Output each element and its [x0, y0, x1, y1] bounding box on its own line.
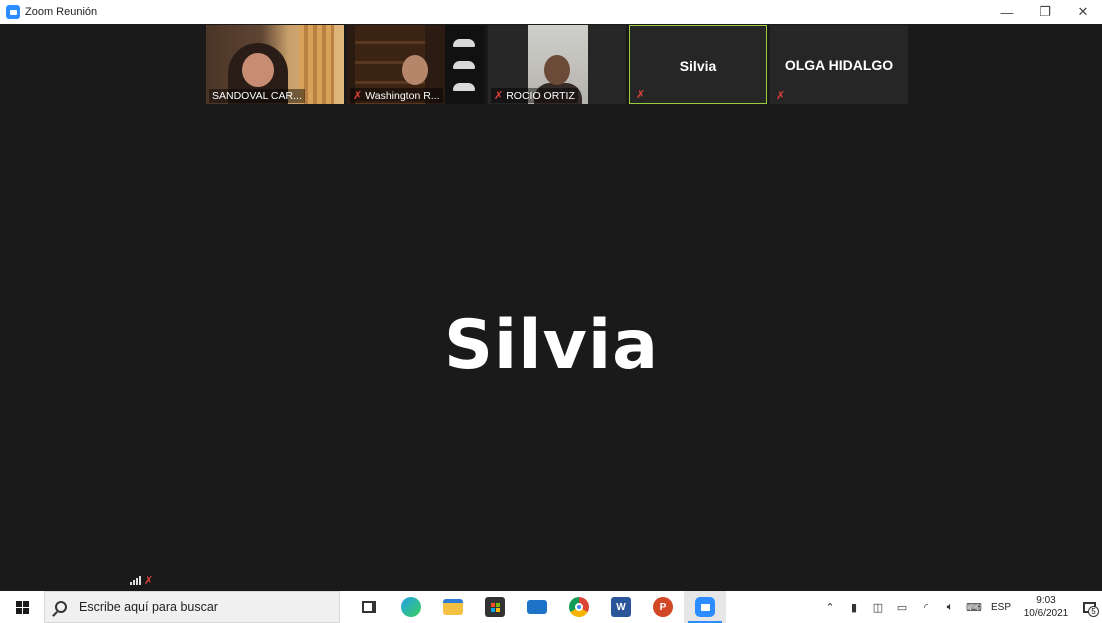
mail-icon: [527, 600, 547, 614]
display-icon[interactable]: ▭: [890, 591, 914, 623]
chrome-button[interactable]: [558, 591, 600, 623]
mic-muted-icon: ✗: [636, 89, 646, 101]
action-center-button[interactable]: 5: [1076, 591, 1102, 623]
zoom-icon: [695, 597, 715, 617]
taskbar-search-box[interactable]: Escribe aquí para buscar: [44, 591, 340, 623]
keyboard-icon[interactable]: ⌨︎: [962, 591, 986, 623]
close-button[interactable]: ✕: [1064, 0, 1102, 24]
word-icon: W: [611, 597, 631, 617]
meeting-view: SANDOVAL CAR... ✗ Washington R... ✗ ROCI…: [6, 24, 1097, 591]
mic-muted-icon: ✗: [353, 90, 363, 102]
mic-muted-icon: ✗: [494, 90, 504, 102]
usb-device-icon[interactable]: ▮: [842, 591, 866, 623]
participant-name-label: ✗ ROCIO ORTIZ: [491, 88, 578, 103]
participant-tile[interactable]: OLGA HIDALGO ✗: [770, 25, 908, 104]
clock-date: 10/6/2021: [1023, 608, 1069, 619]
powerpoint-icon: P: [653, 597, 673, 617]
task-view-icon: [362, 601, 376, 613]
show-hidden-icons-chevron-icon[interactable]: ⌃: [818, 591, 842, 623]
minimize-button[interactable]: —: [988, 0, 1026, 24]
window-titlebar: Zoom Reunión — ❐ ✕: [0, 0, 1102, 24]
participant-tile[interactable]: ✗ Washington R...: [347, 25, 485, 104]
edge-icon: [401, 597, 421, 617]
clock-time: 9:03: [1036, 595, 1056, 606]
chrome-icon: [569, 597, 589, 617]
volume-icon[interactable]: 🔈︎: [938, 591, 962, 623]
signal-bars-icon: [130, 576, 141, 585]
taskbar-apps: W P: [348, 591, 726, 623]
folder-icon: [443, 599, 463, 615]
participant-name-label: SANDOVAL CAR...: [209, 89, 305, 103]
window-controls: — ❐ ✕: [988, 0, 1102, 24]
task-view-button[interactable]: [348, 591, 390, 623]
zoom-button[interactable]: [684, 591, 726, 623]
participant-tile[interactable]: ✗ ROCIO ORTIZ: [488, 25, 626, 104]
system-clock[interactable]: 9:03 10/6/2021: [1016, 594, 1076, 620]
participant-tile-active-speaker[interactable]: Silvia ✗: [629, 25, 767, 104]
participant-tile[interactable]: SANDOVAL CAR...: [206, 25, 344, 104]
participant-name-label: ✗ Washington R...: [350, 88, 443, 103]
mic-muted-icon: ✗: [144, 575, 154, 587]
system-tray: ⌃ ▮ ◫ ▭ ◜ 🔈︎ ⌨︎ ESP 9:03 10/6/2021 5: [818, 591, 1102, 623]
participant-name: Silvia: [679, 58, 717, 74]
edge-button[interactable]: [390, 591, 432, 623]
participant-name-label: ✗: [633, 87, 648, 102]
word-button[interactable]: W: [600, 591, 642, 623]
restore-button[interactable]: ❐: [1026, 0, 1064, 24]
start-button[interactable]: [0, 591, 44, 623]
participant-name: SANDOVAL CAR...: [212, 90, 302, 102]
store-icon: [485, 597, 505, 617]
participant-name: Washington R...: [365, 89, 440, 102]
store-button[interactable]: [474, 591, 516, 623]
mail-button[interactable]: [516, 591, 558, 623]
connection-status: ✗: [130, 574, 153, 587]
notification-count-badge: 5: [1088, 606, 1099, 617]
zoom-app-icon: [6, 5, 20, 19]
wifi-icon[interactable]: ◜: [914, 591, 938, 623]
active-speaker-name: Silvia: [443, 306, 660, 385]
search-placeholder: Escribe aquí para buscar: [79, 600, 218, 614]
window-title: Zoom Reunión: [25, 6, 98, 18]
participant-name: OLGA HIDALGO: [784, 57, 894, 73]
search-icon: [55, 601, 67, 613]
participant-strip: SANDOVAL CAR... ✗ Washington R... ✗ ROCI…: [206, 25, 908, 104]
powerpoint-button[interactable]: P: [642, 591, 684, 623]
screen-capture-icon[interactable]: ◫: [866, 591, 890, 623]
participant-name: ROCIO ORTIZ: [506, 89, 575, 102]
file-explorer-button[interactable]: [432, 591, 474, 623]
windows-logo-icon: [15, 600, 29, 614]
input-language[interactable]: ESP: [986, 602, 1016, 613]
mic-muted-icon: ✗: [776, 90, 786, 102]
windows-taskbar: Escribe aquí para buscar W P ⌃ ▮ ◫ ▭ ◜ 🔈…: [0, 591, 1102, 623]
participant-name-label: ✗: [773, 88, 788, 103]
